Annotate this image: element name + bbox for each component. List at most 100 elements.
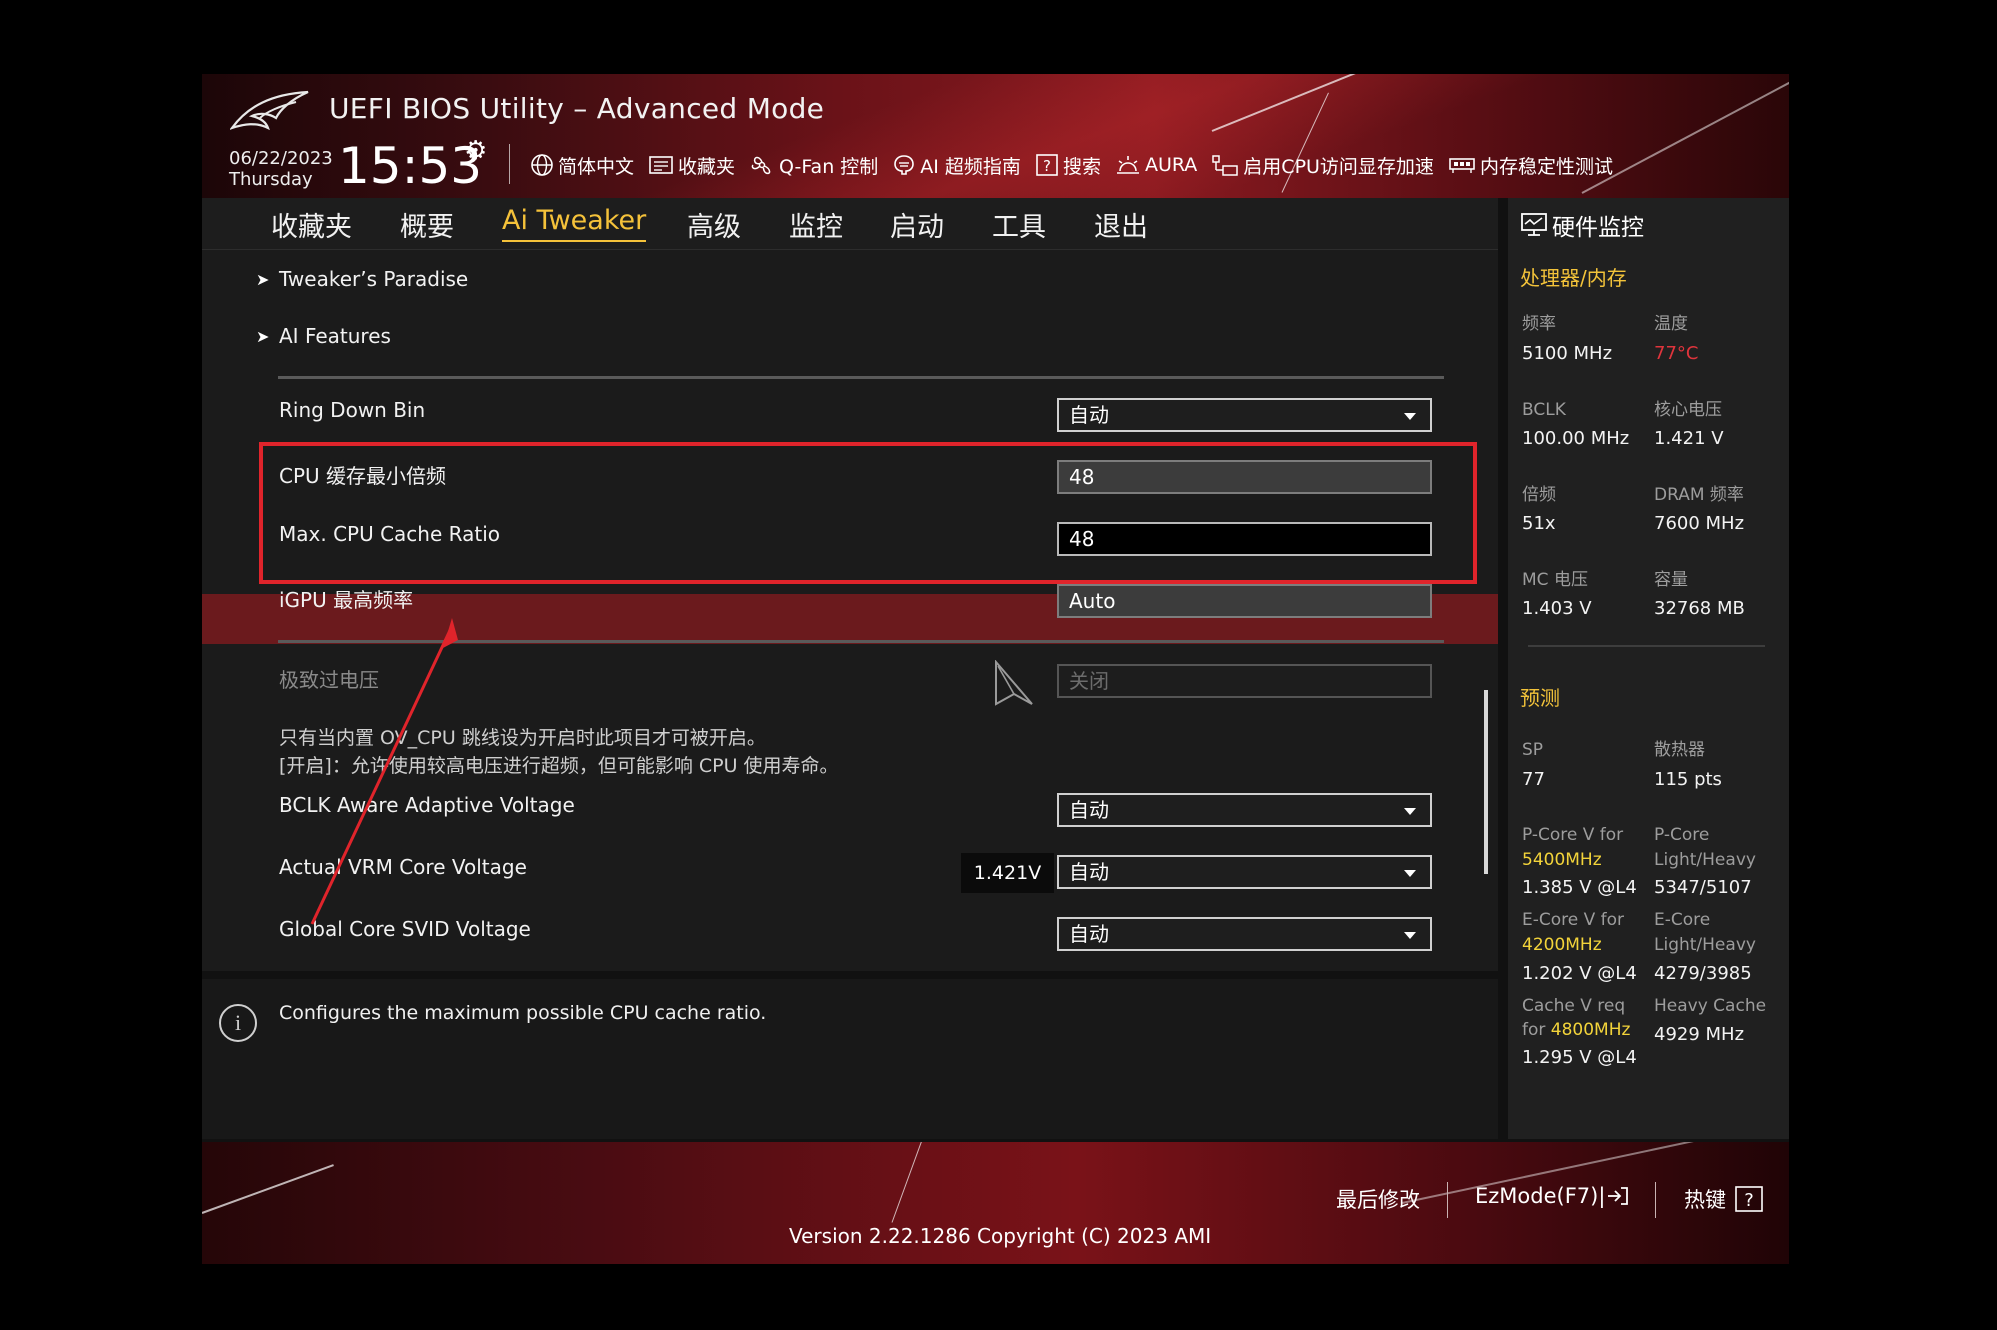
tab-ai-tweaker[interactable]: Ai Tweaker xyxy=(502,205,647,242)
ring-down-bin-value: 自动 xyxy=(1069,403,1109,427)
search-label: 搜索 xyxy=(1062,155,1101,178)
cooler-value: 115 pts xyxy=(1654,769,1722,790)
sp-value: 77 xyxy=(1522,769,1545,790)
date-display: 06/22/2023 Thursday xyxy=(229,148,333,190)
tab-main[interactable]: 概要 xyxy=(400,205,454,244)
cache-v-freq: 4800MHz xyxy=(1550,1020,1631,1040)
cache-v-value: 1.295 V @L4 xyxy=(1522,1047,1637,1068)
bclk-aware-select[interactable]: 自动 xyxy=(1057,793,1432,827)
resize-bar-label: 启用CPU访问显存加速 xyxy=(1243,155,1434,178)
vcore-label: 核心电压 xyxy=(1654,400,1722,420)
section-divider xyxy=(278,376,1444,379)
pcore-lh-label-2: Light/Heavy xyxy=(1654,850,1756,870)
igpu-max-input[interactable]: Auto xyxy=(1057,584,1432,618)
bclk-aware-value: 自动 xyxy=(1069,798,1109,822)
chevron-down-icon xyxy=(1404,808,1416,815)
aura-icon xyxy=(1116,156,1139,174)
cache-v-for-line: for 4800MHz xyxy=(1522,1018,1630,1042)
cache-v-for: for xyxy=(1522,1020,1546,1040)
monitor-divider xyxy=(1528,645,1765,647)
clock-display: 15:53 xyxy=(338,137,483,195)
freq-value: 5100 MHz xyxy=(1522,343,1613,364)
ring-down-bin-label: Ring Down Bin xyxy=(279,398,426,422)
header-divider xyxy=(509,144,510,184)
mc-voltage-value: 1.403 V xyxy=(1522,598,1592,619)
aura-button[interactable]: AURA xyxy=(1115,153,1197,177)
pcore-lh-value: 5347/5107 xyxy=(1654,877,1752,898)
resize-bar-icon xyxy=(1212,155,1239,176)
annotation-box xyxy=(259,442,1477,584)
ezmode-button[interactable]: EzMode(F7)| xyxy=(1475,1184,1629,1208)
ring-down-bin-select[interactable]: 自动 xyxy=(1057,398,1432,432)
ecore-lh-label-2: Light/Heavy xyxy=(1654,935,1756,955)
main-nav: 收藏夹 概要 Ai Tweaker 高级 监控 启动 工具 退出 xyxy=(202,198,1498,250)
submenu-tweakers-paradise[interactable]: Tweaker’s Paradise xyxy=(279,267,468,291)
capacity-label: 容量 xyxy=(1654,570,1688,590)
settings-scrollbar[interactable] xyxy=(1484,690,1488,874)
ecore-lh-value: 4279/3985 xyxy=(1654,963,1752,984)
header-toolbar: 简体中文 收藏夹 Q-Fan 控制 AI 超频指南 ? 搜索 AURA 启用CP… xyxy=(530,150,1627,180)
ecore-v-label: E-Core V for xyxy=(1522,910,1625,930)
ecore-v-value: 1.202 V @L4 xyxy=(1522,963,1637,984)
bclk-label: BCLK xyxy=(1522,400,1566,420)
freq-label: 频率 xyxy=(1522,314,1556,334)
temp-value: 77°C xyxy=(1654,343,1699,364)
ai-oc-guide-button[interactable]: AI 超频指南 xyxy=(892,152,1021,179)
ecore-lh-label-1: E-Core xyxy=(1654,910,1711,930)
section-cpu-memory: 处理器/内存 xyxy=(1520,266,1627,290)
section-prediction: 预测 xyxy=(1520,686,1560,710)
app-title: UEFI BIOS Utility – Advanced Mode xyxy=(329,92,825,125)
fan-icon xyxy=(751,156,771,175)
pcore-lh-label-1: P-Core xyxy=(1654,825,1710,845)
tab-monitor[interactable]: 监控 xyxy=(789,205,843,244)
qfan-label: Q-Fan 控制 xyxy=(779,155,879,178)
monitor-title: 硬件监控 xyxy=(1520,208,1644,242)
ai-oc-guide-label: AI 超频指南 xyxy=(920,155,1021,178)
mc-voltage-label: MC 电压 xyxy=(1522,570,1588,590)
temp-label: 温度 xyxy=(1654,314,1688,334)
tab-advanced[interactable]: 高级 xyxy=(687,205,741,244)
date-text: 06/22/2023 xyxy=(229,148,333,169)
language-label: 简体中文 xyxy=(558,155,635,178)
tab-tool[interactable]: 工具 xyxy=(992,205,1046,244)
tab-exit[interactable]: 退出 xyxy=(1094,205,1148,244)
global-svid-value: 自动 xyxy=(1069,922,1109,946)
tab-boot[interactable]: 启动 xyxy=(890,205,944,244)
actual-vrm-select[interactable]: 自动 xyxy=(1057,855,1432,889)
qfan-button[interactable]: Q-Fan 控制 xyxy=(749,152,878,179)
sp-label: SP xyxy=(1522,740,1544,760)
cache-v-label: Cache V req xyxy=(1522,996,1626,1016)
global-svid-select[interactable]: 自动 xyxy=(1057,917,1432,951)
search-button[interactable]: ? 搜索 xyxy=(1035,152,1101,179)
hotkeys-label: 热键 xyxy=(1684,1188,1726,1212)
svg-text:?: ? xyxy=(1744,1190,1754,1211)
exit-arrow-icon xyxy=(1608,1187,1629,1205)
decor-streak xyxy=(891,1142,931,1223)
favorites-button[interactable]: 收藏夹 xyxy=(648,152,735,179)
ratio-label: 倍频 xyxy=(1522,485,1556,505)
submenu-ai-features[interactable]: AI Features xyxy=(279,324,391,348)
tab-favorites[interactable]: 收藏夹 xyxy=(271,205,352,244)
monitor-title-text: 硬件监控 xyxy=(1552,215,1644,241)
ezmode-label: EzMode(F7)| xyxy=(1475,1184,1606,1208)
resize-bar-button[interactable]: 启用CPU访问显存加速 xyxy=(1211,152,1434,179)
svg-text:?: ? xyxy=(1043,157,1051,175)
heavy-cache-label: Heavy Cache xyxy=(1654,996,1767,1016)
pcore-v-label: P-Core V for xyxy=(1522,825,1624,845)
extreme-ov-input: 关闭 xyxy=(1057,664,1432,698)
chevron-down-icon xyxy=(1404,413,1416,420)
info-panel: i Configures the maximum possible CPU ca… xyxy=(202,979,1498,1139)
footer-bar: 最后修改 EzMode(F7)| 热键 ? Version 2.22.1286 … xyxy=(202,1142,1789,1264)
last-modified-button[interactable]: 最后修改 xyxy=(1336,1184,1420,1214)
favorites-icon xyxy=(649,156,673,174)
memtest-button[interactable]: 内存稳定性测试 xyxy=(1448,152,1613,179)
day-text: Thursday xyxy=(229,169,313,190)
vrm-reading: 1.421V xyxy=(961,853,1054,893)
language-button[interactable]: 简体中文 xyxy=(530,152,634,179)
aura-label: AURA xyxy=(1144,154,1198,176)
hotkeys-button[interactable]: 热键 ? xyxy=(1684,1184,1764,1214)
bios-window: UEFI BIOS Utility – Advanced Mode 06/22/… xyxy=(202,74,1789,1264)
gear-icon[interactable]: ⚙ xyxy=(464,136,487,166)
pcore-v-value: 1.385 V @L4 xyxy=(1522,877,1637,898)
ratio-value: 51x xyxy=(1522,513,1556,534)
